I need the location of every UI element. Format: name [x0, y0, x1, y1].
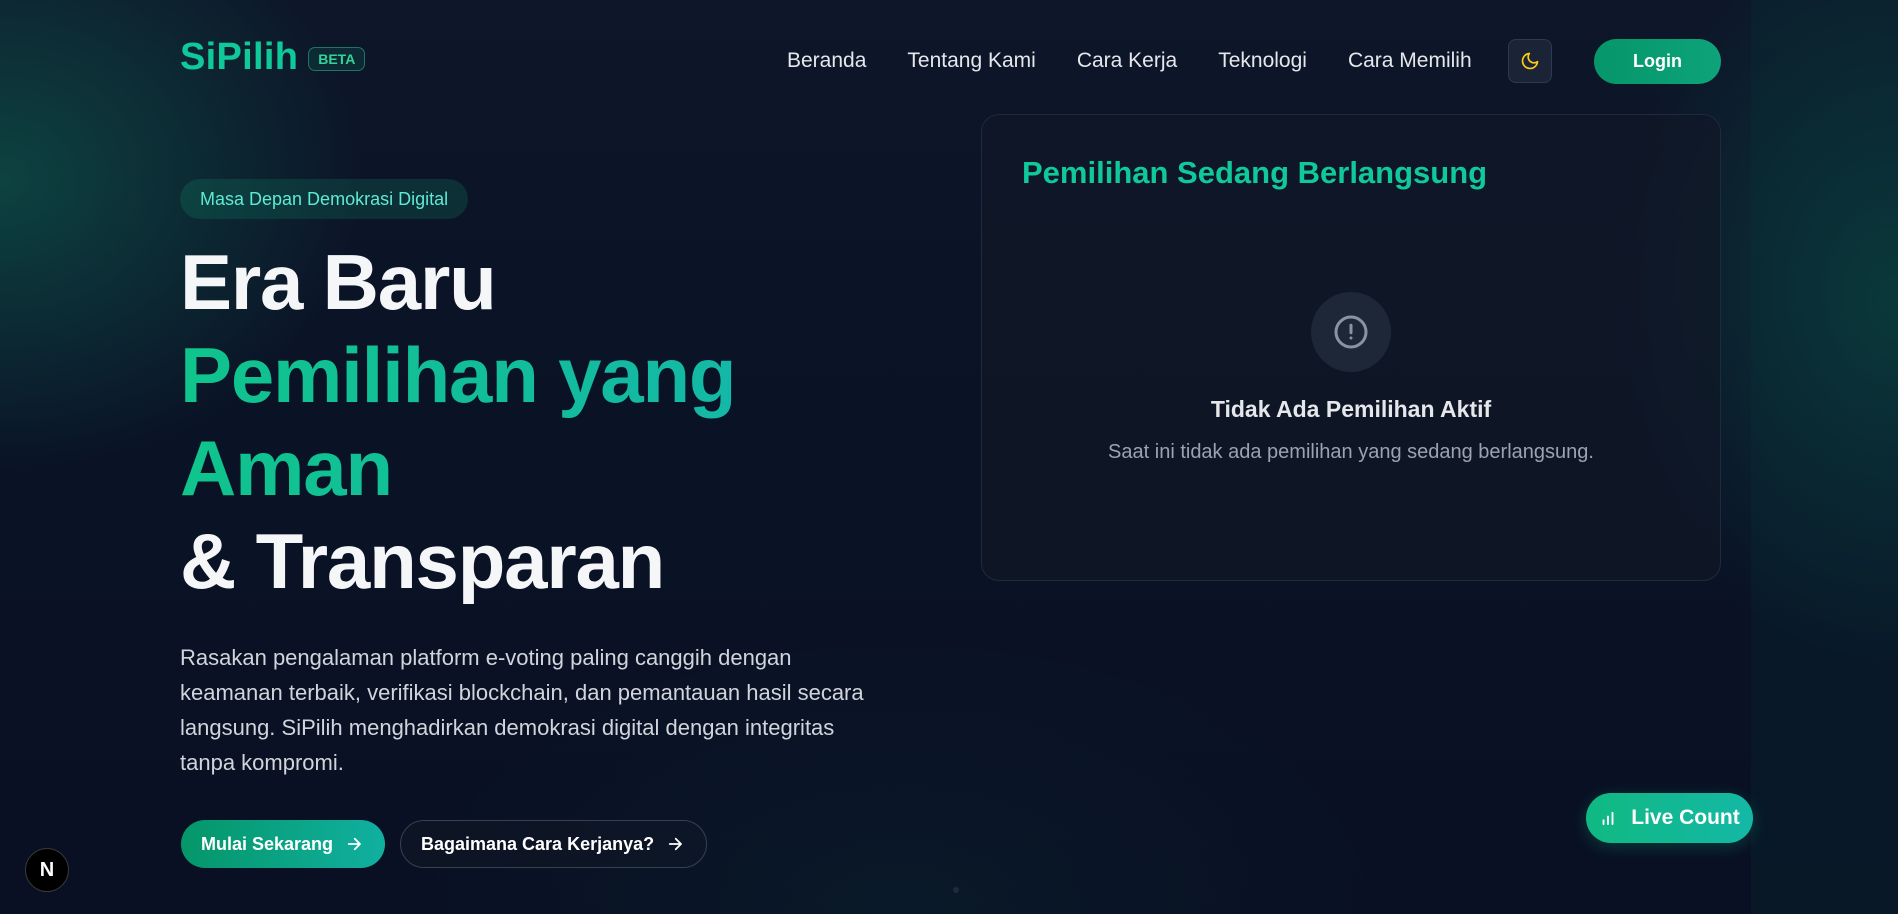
- arrow-right-icon: [668, 837, 683, 851]
- live-count-label: Live Count: [1631, 806, 1740, 829]
- empty-state-icon-wrap: [1311, 292, 1391, 372]
- decorative-dot: [953, 887, 959, 893]
- hero-title-line-4: & Transparan: [180, 517, 665, 605]
- hero-title-line-3: Aman: [180, 422, 735, 515]
- card-title: Pemilihan Sedang Berlangsung: [1022, 155, 1488, 190]
- hero-description: Rasakan pengalaman platform e-voting pal…: [180, 645, 864, 775]
- bar-chart-icon: [1602, 811, 1614, 825]
- brand-name[interactable]: SiPilih: [180, 36, 298, 79]
- nav-item-cara-kerja[interactable]: Cara Kerja: [1077, 49, 1177, 73]
- background-side-strip: [1751, 0, 1898, 914]
- arrow-right-icon: [347, 837, 361, 851]
- alert-circle-icon: [1334, 315, 1368, 349]
- active-election-card: Pemilihan Sedang Berlangsung Tidak Ada P…: [981, 114, 1721, 581]
- beta-badge: BETA: [308, 46, 366, 71]
- how-it-works-button[interactable]: Bagaimana Cara Kerjanya?: [400, 820, 708, 868]
- how-it-works-label: Bagaimana Cara Kerjanya?: [421, 833, 655, 854]
- start-now-label: Mulai Sekarang: [201, 833, 334, 854]
- moon-icon: [1521, 52, 1539, 70]
- login-button[interactable]: Login: [1594, 39, 1721, 84]
- theme-toggle-button[interactable]: [1508, 39, 1552, 83]
- empty-state-description: Saat ini tidak ada pemilihan yang sedang…: [1108, 441, 1594, 463]
- dev-indicator-label: N: [39, 858, 55, 881]
- live-count-button[interactable]: Live Count: [1586, 793, 1753, 843]
- nav-item-tentang-kami[interactable]: Tentang Kami: [907, 49, 1035, 73]
- hero-badge: Masa Depan Demokrasi Digital: [180, 179, 469, 219]
- dev-indicator-button[interactable]: N: [25, 848, 69, 892]
- main-nav: Beranda Tentang Kami Cara Kerja Teknolog…: [787, 49, 1472, 73]
- brand-logo[interactable]: SiPilih BETA: [180, 36, 366, 79]
- empty-state-title: Tidak Ada Pemilihan Aktif: [1210, 396, 1492, 422]
- hero-title: Era Baru Pemilihan yang Aman & Transpara…: [180, 236, 737, 608]
- nav-item-teknologi[interactable]: Teknologi: [1218, 49, 1307, 73]
- nav-item-cara-memilih[interactable]: Cara Memilih: [1348, 49, 1472, 73]
- nav-item-beranda[interactable]: Beranda: [787, 49, 866, 73]
- start-now-button[interactable]: Mulai Sekarang: [181, 820, 386, 868]
- hero-title-line-1: Era Baru: [180, 238, 497, 326]
- hero-title-line-2: Pemilihan yang: [180, 329, 737, 422]
